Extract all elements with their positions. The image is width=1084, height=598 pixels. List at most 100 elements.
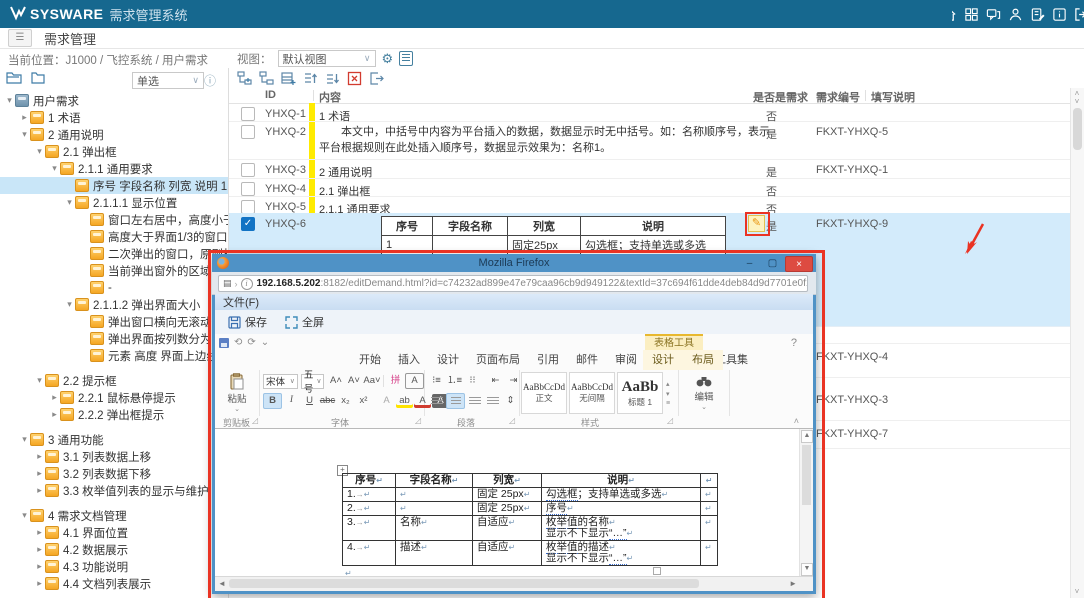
- grid-row-yhxq4[interactable]: YHXQ-4 2.1 弹出框 否: [229, 178, 1071, 197]
- annotation-rectangle: [208, 250, 825, 598]
- info-icon[interactable]: [1052, 7, 1067, 22]
- home-icon[interactable]: [952, 7, 957, 22]
- row-checkbox[interactable]: [241, 200, 255, 214]
- row-checkbox[interactable]: [241, 163, 255, 177]
- tree-node-icon: [90, 247, 104, 260]
- tree-item[interactable]: ▸ 3.1 列表数据上移: [0, 448, 155, 465]
- tree-caret-icon[interactable]: ▸: [34, 561, 45, 572]
- tree-item[interactable]: ▾ 4 需求文档管理: [0, 507, 131, 524]
- expand-folder-icon[interactable]: [6, 71, 22, 87]
- tree-item[interactable]: ▸ 3.2 列表数据下移: [0, 465, 155, 482]
- tree-caret-icon[interactable]: ▾: [19, 129, 30, 140]
- tree-item[interactable]: 二次弹出的窗口，原则相同，同时，...: [0, 245, 228, 262]
- grid-row-yhxq2[interactable]: YHXQ-2 本文中，中括号中内容为平台插入的数据，数据显示时无中括号。如：名称…: [229, 121, 1071, 160]
- tree-caret-icon[interactable]: ▸: [49, 409, 60, 420]
- tree-item[interactable]: ▸ 4.1 界面位置: [0, 524, 132, 541]
- row-checkbox[interactable]: [241, 125, 255, 139]
- tree-caret-icon[interactable]: ▾: [19, 434, 30, 445]
- view-settings-gear-icon[interactable]: ⚙: [382, 52, 394, 65]
- tree-item[interactable]: 元素 高度 界面上边线 1 标题栏 28 p...: [0, 347, 228, 364]
- collapse-folder-icon[interactable]: [31, 71, 45, 87]
- tree-item-label: 窗口左右居中，高度小于界面1/3的窗...: [108, 212, 228, 228]
- info-circle-icon[interactable]: ⓘ: [204, 72, 216, 89]
- tree-caret-icon[interactable]: ▾: [4, 95, 15, 106]
- tree-node-icon: [60, 162, 74, 175]
- tree-caret-icon[interactable]: ▾: [49, 163, 60, 174]
- tree-item[interactable]: 窗口左右居中，高度小于界面1/3的窗...: [0, 211, 228, 228]
- tree-node-icon: [75, 179, 89, 192]
- tree-item[interactable]: ▾ 2.1.1.1 显示位置: [0, 194, 181, 211]
- tree-caret-icon[interactable]: ▸: [34, 485, 45, 496]
- tree-caret-icon[interactable]: ▾: [64, 299, 75, 310]
- tree-item[interactable]: ▾ 用户需求: [0, 92, 83, 109]
- tree-caret-icon[interactable]: ▸: [34, 544, 45, 555]
- tree-caret-icon[interactable]: ▸: [34, 527, 45, 538]
- scrollbar-thumb[interactable]: [1073, 108, 1082, 150]
- insert-sibling-row-icon[interactable]: [259, 71, 274, 86]
- insert-child-row-icon[interactable]: [237, 71, 252, 86]
- col-num: 序号: [382, 217, 433, 236]
- tree-node-icon: [30, 433, 44, 446]
- tree-item[interactable]: ▾ 2 通用说明: [0, 126, 108, 143]
- tree-caret-icon[interactable]: ▾: [34, 146, 45, 157]
- row-content: 本文中，中括号中内容为平台插入的数据，数据显示时无中括号。如：名称顺序号，表示平…: [319, 124, 771, 156]
- chevron-down-icon: ∨: [364, 53, 371, 64]
- tree-caret-icon[interactable]: ▸: [34, 578, 45, 589]
- doc-edit-icon[interactable]: [1030, 7, 1045, 22]
- tree-caret-icon[interactable]: ▸: [34, 468, 45, 479]
- module-bar: ☰ 需求管理: [0, 28, 1084, 49]
- tree-item[interactable]: ▾ 3 通用功能: [0, 431, 108, 448]
- row-checkbox-checked[interactable]: ✓: [241, 217, 255, 231]
- tree-item[interactable]: ▾ 2.1.1.2 弹出界面大小: [0, 296, 204, 313]
- tree-item[interactable]: ▸ 1 术语: [0, 109, 85, 126]
- tree-item[interactable]: ▸ 2.2.1 鼠标悬停提示: [0, 389, 180, 406]
- tree-item[interactable]: 弹出窗口横向无滚动条，纵向超出最...: [0, 313, 228, 330]
- move-up-icon[interactable]: [303, 71, 318, 86]
- row-isreq: 是: [766, 126, 777, 142]
- export-icon[interactable]: [369, 71, 384, 86]
- column-header-id[interactable]: ID: [265, 89, 276, 101]
- tree-item[interactable]: ▾ 2.1.1 通用要求: [0, 160, 157, 177]
- delete-row-icon[interactable]: [347, 71, 362, 86]
- grid-vertical-scrollbar[interactable]: ˄ ˅ ˅: [1070, 88, 1084, 598]
- tree-item[interactable]: ▸ 4.4 文档列表展示: [0, 575, 155, 592]
- tree-item[interactable]: ▸ 3.3 枚举值列表的显示与维护: [0, 482, 213, 499]
- scroll-down-icon[interactable]: ˅: [1071, 588, 1083, 596]
- tree-item[interactable]: ▸ 4.3 功能说明: [0, 558, 132, 575]
- tree-item[interactable]: ▸ 2.2.2 弹出框提示: [0, 406, 168, 423]
- tree-item[interactable]: ▾ 2.2 提示框: [0, 372, 121, 389]
- exit-icon[interactable]: [1074, 7, 1084, 22]
- menu-toggle-button[interactable]: ☰: [8, 29, 32, 47]
- view-select[interactable]: 默认视图 ∨: [278, 50, 376, 67]
- scroll-down-icon[interactable]: ˅: [1071, 98, 1083, 106]
- row-checkbox[interactable]: [241, 107, 255, 121]
- apps-grid-icon[interactable]: [964, 7, 979, 22]
- tree-node-icon: [45, 543, 59, 556]
- tree-caret-icon[interactable]: ▸: [34, 451, 45, 462]
- tree-item[interactable]: ▾ 2.1 弹出框: [0, 143, 121, 160]
- user-icon[interactable]: [1008, 7, 1023, 22]
- tree-caret-icon[interactable]: ▸: [49, 392, 60, 403]
- tree-item[interactable]: 当前弹出窗外的区域遮罩显示。: [0, 262, 228, 279]
- grid-row-yhxq3[interactable]: YHXQ-3 2 通用说明 是 FKXT-YHXQ-1: [229, 159, 1071, 179]
- tree-node-icon: [90, 349, 104, 362]
- add-row-icon[interactable]: [281, 71, 296, 86]
- tree-item[interactable]: 弹出界面按列数分为四列显示和双列...: [0, 330, 228, 347]
- tree-node-icon: [90, 281, 104, 294]
- tree-caret-icon[interactable]: ▸: [19, 112, 30, 123]
- tree-item[interactable]: ▸ 4.2 数据展示: [0, 541, 132, 558]
- col-desc: 说明: [581, 217, 726, 236]
- tree-caret-icon[interactable]: ▾: [64, 197, 75, 208]
- tree-item[interactable]: 高度大于界面1/3的窗口，上下居中显...: [0, 228, 228, 245]
- tree-filter-select[interactable]: 单选 ∨: [132, 72, 204, 89]
- view-list-icon[interactable]: [399, 51, 413, 66]
- tree-item[interactable]: 序号 字段名称 列宽 说明 1. 固定25px 勾...: [0, 177, 228, 194]
- row-checkbox[interactable]: [241, 182, 255, 196]
- tree-caret-icon[interactable]: ▾: [19, 510, 30, 521]
- tree-item[interactable]: -: [0, 279, 116, 296]
- messages-icon[interactable]: [986, 7, 1001, 22]
- tree-caret-icon[interactable]: ▾: [34, 375, 45, 386]
- grid-row-yhxq5[interactable]: YHXQ-5 2.1.1 通用要求 否: [229, 196, 1071, 214]
- grid-row-yhxq1[interactable]: YHXQ-1 1 术语 否: [229, 103, 1071, 122]
- move-down-icon[interactable]: [325, 71, 340, 86]
